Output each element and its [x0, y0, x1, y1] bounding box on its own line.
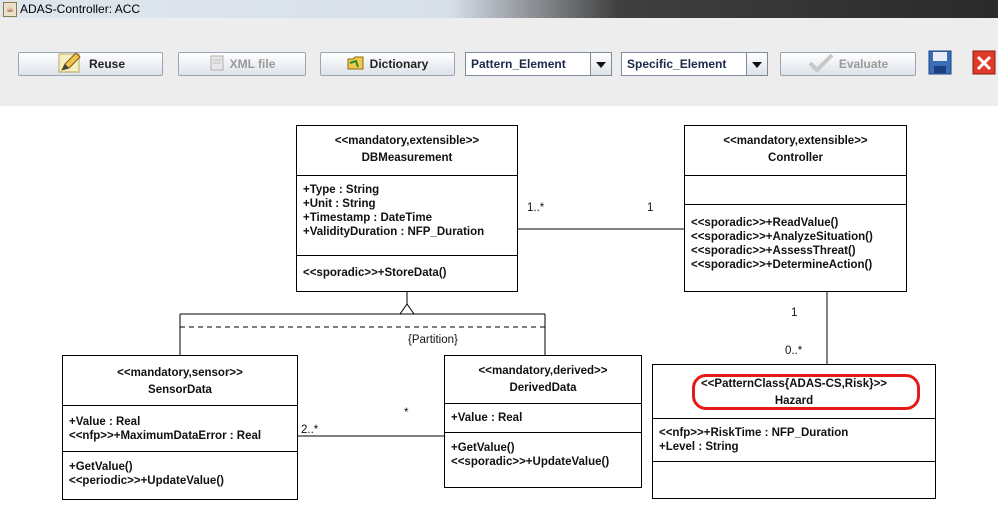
controller-operation: <<sporadic>>+AnalyzeSituation(): [691, 231, 873, 243]
db-stereotype: <<mandatory,extensible>>: [334, 135, 480, 147]
controller-operation: <<sporadic>>+AssessThreat(): [691, 245, 856, 257]
db-name: DBMeasurement: [361, 152, 453, 164]
class-deriveddata[interactable]: <<mandatory,derived>> DerivedData +Value…: [444, 355, 642, 488]
hazard-operations: [653, 461, 935, 498]
controller-stereotype: <<mandatory,extensible>>: [723, 135, 868, 147]
hazard-highlight-annotation: [692, 374, 920, 410]
sensor-attribute: <<nfp>>+MaximumDataError : Real: [69, 430, 262, 442]
hazard-attribute: +Level : String: [659, 441, 739, 453]
derived-stereotype: <<mandatory,derived>>: [478, 365, 608, 377]
db-attribute: +Unit : String: [303, 198, 376, 210]
controller-operation: <<sporadic>>+DetermineAction(): [691, 259, 873, 271]
partition-constraint: {Partition}: [408, 334, 458, 346]
sensor-operation: +GetValue(): [69, 461, 133, 473]
sensor-attribute: +Value : Real: [69, 416, 141, 428]
sensor-operation: <<periodic>>+UpdateValue(): [69, 475, 224, 487]
multiplicity-label: 1..*: [527, 202, 545, 214]
sensor-name: SensorData: [148, 384, 212, 396]
multiplicity-label: 1: [647, 202, 654, 214]
db-attribute: +ValidityDuration : NFP_Duration: [303, 226, 485, 238]
derived-attribute: +Value : Real: [451, 412, 523, 424]
multiplicity-label: 2..*: [301, 424, 319, 436]
multiplicity-label: 0..*: [785, 345, 803, 357]
sensor-stereotype: <<mandatory,sensor>>: [117, 367, 243, 379]
db-operation: <<sporadic>>+StoreData(): [303, 267, 447, 279]
multiplicity-label: *: [404, 407, 409, 419]
db-attribute: +Type : String: [303, 184, 380, 196]
derived-operation: +GetValue(): [451, 442, 515, 454]
controller-attributes: [685, 175, 906, 204]
controller-operation: <<sporadic>>+ReadValue(): [691, 217, 839, 229]
multiplicity-label: 1: [791, 307, 798, 319]
class-controller[interactable]: <<mandatory,extensible>> Controller <<sp…: [684, 125, 907, 292]
derived-operation: <<sporadic>>+UpdateValue(): [451, 456, 610, 468]
db-attribute: +Timestamp : DateTime: [303, 212, 432, 224]
derived-name: DerivedData: [509, 382, 577, 394]
hazard-attribute: <<nfp>>+RiskTime : NFP_Duration: [659, 427, 849, 439]
controller-name: Controller: [768, 152, 823, 164]
class-dbmeasurement[interactable]: <<mandatory,extensible>> DBMeasurement +…: [296, 125, 518, 292]
class-sensordata[interactable]: <<mandatory,sensor>> SensorData +Value :…: [62, 355, 298, 500]
